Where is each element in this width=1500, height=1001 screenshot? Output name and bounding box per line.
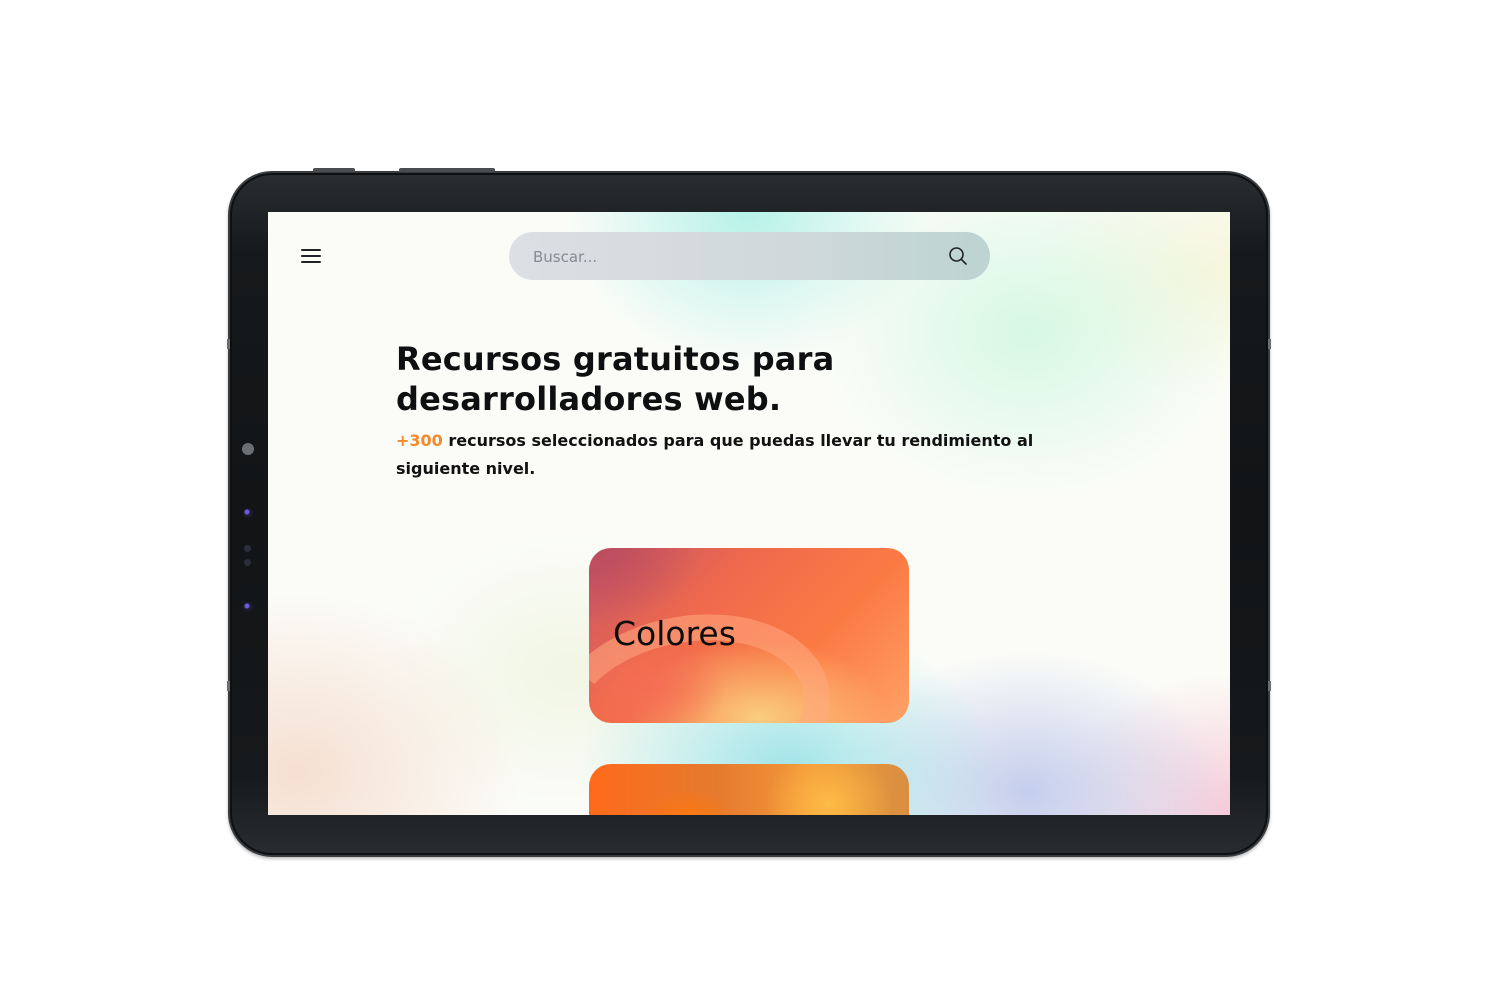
hamburger-menu-icon[interactable]: [301, 248, 323, 266]
category-card-colores[interactable]: Colores: [589, 548, 909, 723]
frame-notch: [227, 681, 230, 691]
search-input[interactable]: [531, 232, 925, 282]
ambient-sensor: [242, 443, 254, 455]
frame-notch: [227, 339, 230, 349]
hero-title: Recursos gratuitos para desarrolladores …: [396, 340, 835, 418]
iris-camera-icon: [243, 602, 253, 612]
card-decoration: [589, 592, 846, 723]
search-bar: [509, 232, 990, 282]
stage: Recursos gratuitos para desarrolladores …: [0, 0, 1500, 1001]
search-button[interactable]: [946, 244, 970, 268]
front-camera-icon: [243, 508, 253, 518]
frame-notch: [1268, 681, 1271, 691]
category-card[interactable]: [589, 764, 909, 815]
resource-count-highlight: +300: [396, 431, 443, 450]
menu-line: [301, 261, 321, 263]
frame-notch: [1268, 339, 1271, 349]
magnifier-icon: [949, 247, 967, 265]
menu-line: [301, 255, 321, 257]
tablet-screen: Recursos gratuitos para desarrolladores …: [268, 212, 1230, 815]
volume-button: [313, 168, 355, 172]
hero-subtitle-text: recursos seleccionados para que puedas l…: [396, 431, 1034, 478]
power-button: [399, 168, 495, 172]
proximity-sensor: [244, 545, 251, 552]
proximity-sensor: [244, 559, 251, 566]
menu-line: [301, 249, 321, 251]
hero-subtitle: +300 recursos seleccionados para que pue…: [396, 427, 1036, 483]
card-title: Colores: [613, 614, 736, 653]
